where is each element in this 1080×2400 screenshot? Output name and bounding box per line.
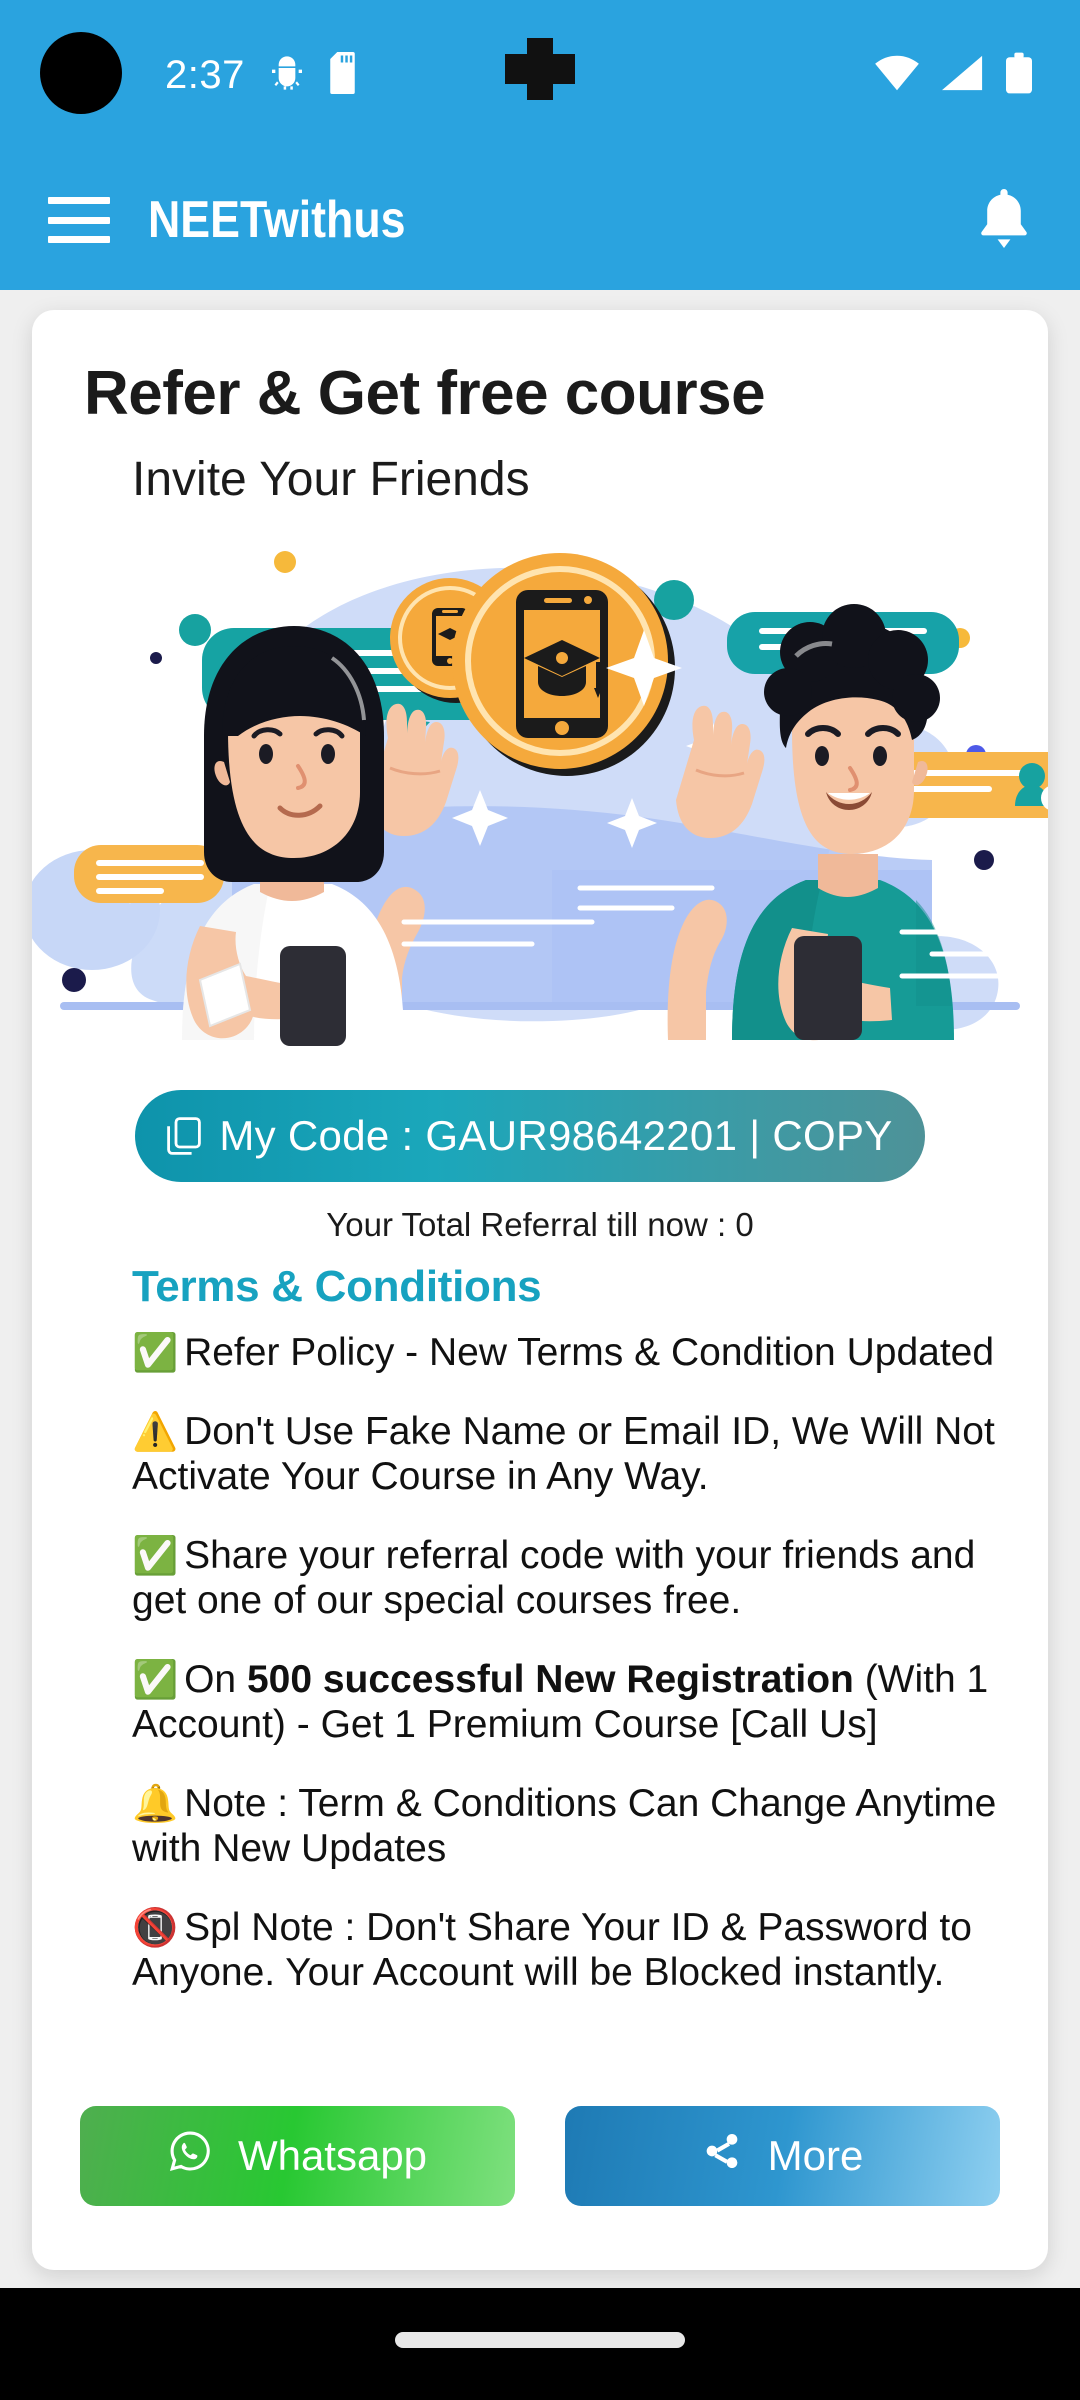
terms-item-text: Spl Note : Don't Share Your ID & Passwor… <box>132 1906 972 1994</box>
page-title: Refer & Get free course <box>84 359 766 428</box>
terms-list: ✅ Refer Policy - New Terms & Condition Up… <box>132 1330 1002 2029</box>
terms-item: ✅ Refer Policy - New Terms & Condition Up… <box>132 1330 1002 1375</box>
sd-card-icon <box>329 51 363 99</box>
bell-note-icon: 🔔 <box>132 1783 179 1824</box>
referral-card: Refer & Get free course Invite Your Frie… <box>32 310 1048 2270</box>
more-label: More <box>767 2132 864 2179</box>
terms-item-text: Don't Use Fake Name or Email ID, We Will… <box>132 1410 995 1498</box>
android-debug-icon <box>267 53 307 98</box>
copy-referral-code-button[interactable]: My Code : GAUR98642201 | COPY <box>135 1090 925 1182</box>
terms-item: ✅ Share your referral code with your frie… <box>132 1533 1002 1623</box>
cellular-signal-icon <box>942 55 984 96</box>
battery-icon <box>1006 52 1032 99</box>
terms-item-highlight: 500 successful New Registration <box>246 1658 854 1701</box>
terms-item: ⚠️ Don't Use Fake Name or Email ID, We Wi… <box>132 1409 1002 1499</box>
app-bar: NEETwithus <box>0 150 1080 290</box>
terms-item-text: Note : Term & Conditions Can Change Anyt… <box>132 1782 997 1870</box>
more-share-button[interactable]: More <box>565 2106 1000 2206</box>
front-camera-cutout <box>40 32 122 114</box>
terms-heading: Terms & Conditions <box>132 1262 542 1311</box>
whatsapp-label: Whatsapp <box>237 2132 428 2179</box>
hamburger-menu-icon[interactable] <box>48 197 110 243</box>
center-notch-cutout <box>505 38 575 100</box>
check-icon: ✅ <box>132 1659 179 1700</box>
terms-item-text: Refer Policy - New Terms & Condition Upd… <box>184 1331 995 1374</box>
referral-friends-illustration <box>32 540 1048 1060</box>
app-title: NEETwithus <box>148 191 406 249</box>
total-referral-count: Your Total Referral till now : 0 <box>326 1206 754 1243</box>
no-mobile-phones-icon: 📵 <box>132 1907 179 1948</box>
referral-code-label: My Code : GAUR98642201 | COPY <box>219 1112 893 1159</box>
terms-item: ✅ On 500 successful New Registration (Wit… <box>132 1657 1002 1747</box>
status-bar: 2:37 <box>0 0 1080 150</box>
share-buttons-row: Whatsapp More <box>80 2106 1000 2206</box>
terms-item: 🔔 Note : Term & Conditions Can Change Any… <box>132 1781 1002 1871</box>
phone-screen: 2:37 NEETwithus Refer & Get free course … <box>0 0 1080 2400</box>
card-subtitle: Invite Your Friends <box>132 453 530 506</box>
terms-item-text: Share your referral code with your frien… <box>132 1534 976 1622</box>
share-icon <box>702 2131 742 2181</box>
copy-icon <box>167 1117 202 1155</box>
bell-icon[interactable] <box>976 189 1032 251</box>
terms-item-text-before: On <box>184 1658 247 1701</box>
check-icon: ✅ <box>132 1535 179 1576</box>
whatsapp-icon <box>168 2129 212 2183</box>
check-icon: ✅ <box>132 1332 179 1373</box>
home-indicator[interactable] <box>395 2332 685 2348</box>
system-navigation-bar <box>0 2288 1080 2400</box>
warning-icon: ⚠️ <box>132 1411 179 1452</box>
whatsapp-share-button[interactable]: Whatsapp <box>80 2106 515 2206</box>
status-bar-clock: 2:37 <box>165 52 245 97</box>
terms-item: 📵 Spl Note : Don't Share Your ID & Passwo… <box>132 1905 1002 1995</box>
wifi-icon <box>874 55 920 96</box>
